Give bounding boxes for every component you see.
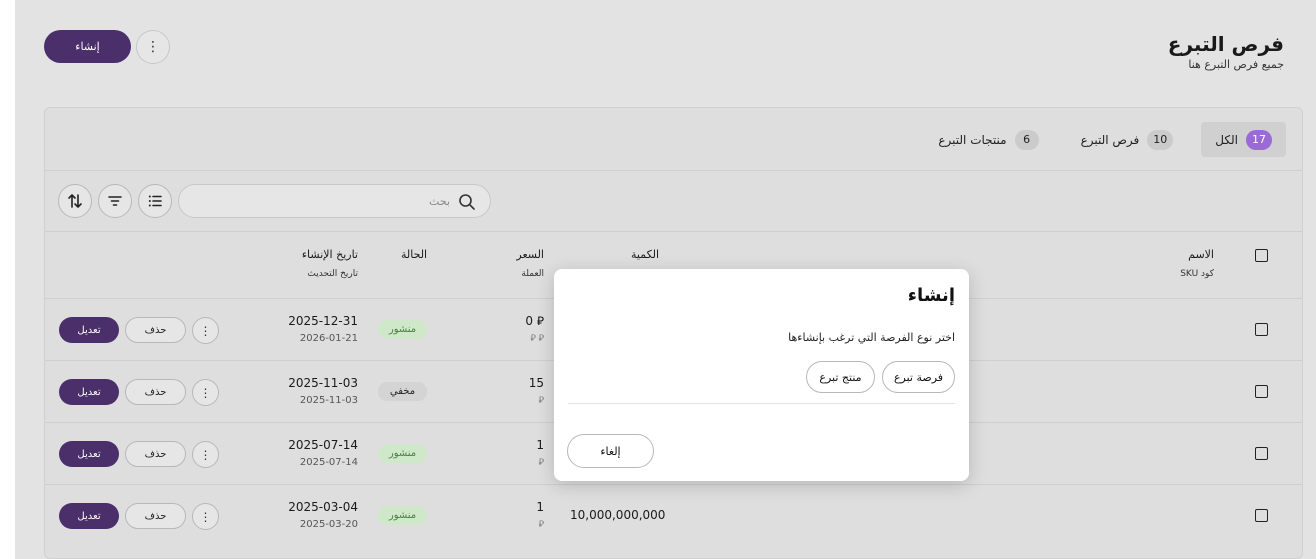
updated-date: 2025-11-03 [299,395,358,406]
list-icon [148,195,162,207]
page-subtitle: جميع فرص التبرع هنا [1188,58,1284,71]
tab-donation-products[interactable]: منتجات التبرع 6 [924,122,1052,157]
column-header-price[interactable]: السعر [516,248,544,261]
kebab-icon: ⋮ [199,385,212,400]
search-placeholder: بحث [429,195,450,208]
price-value: 1 [536,500,544,514]
filter-icon [108,196,122,206]
dialog-description: اختر نوع الفرصة التي ترغب بإنشاءها [788,331,955,344]
row-more-button[interactable]: ⋮ [192,503,219,530]
kebab-icon: ⋮ [199,447,212,462]
price-value: 0 ⃁ [525,314,544,328]
created-date: 2025-12-31 [288,314,358,328]
edit-button[interactable]: تعديل [59,503,119,529]
status-badge: منشور [378,506,427,525]
search-icon [459,194,475,210]
row-checkbox[interactable] [1255,323,1268,336]
more-options-button[interactable]: ⋮ [136,30,170,64]
currency-value: ⃁ [538,520,544,530]
kebab-icon: ⋮ [199,509,212,524]
divider [45,231,1302,232]
row-more-button[interactable]: ⋮ [192,441,219,468]
status-badge: مخفي [378,382,427,401]
updated-date: 2025-07-14 [299,457,358,468]
column-header-updated: تاريخ التحديث [307,269,358,279]
tab-label: منتجات التبرع [938,132,1007,147]
select-all-checkbox[interactable] [1255,249,1268,262]
delete-button[interactable]: حذف [125,503,186,529]
tab-all[interactable]: الكل 17 [1201,122,1286,157]
edit-button[interactable]: تعديل [59,379,119,405]
tab-donation-opportunities[interactable]: فرص التبرع 10 [1067,122,1188,157]
cancel-button[interactable]: إلغاء [567,434,654,468]
tab-label: الكل [1215,132,1238,147]
delete-button[interactable]: حذف [125,317,186,343]
currency-value: ⃁ [538,458,544,468]
currency-value: ⃁ ⃁ [530,334,544,344]
delete-button[interactable]: حذف [125,441,186,467]
tab-count-badge: 10 [1147,129,1174,150]
delete-button[interactable]: حذف [125,379,186,405]
table-row[interactable]: تعديل حذف ⋮ 2025-03-04 2025-03-20 منشور … [45,484,1302,546]
row-checkbox[interactable] [1255,509,1268,522]
status-badge: منشور [378,320,427,339]
currency-value: ⃁ [538,396,544,406]
column-header-currency: العملة [521,269,544,279]
create-dialog: إنشاء اختر نوع الفرصة التي ترغب بإنشاءها… [554,269,969,481]
edit-button[interactable]: تعديل [59,441,119,467]
column-header-created[interactable]: تاريخ الإنشاء [302,248,358,261]
sort-button[interactable] [58,184,92,218]
filter-button[interactable] [98,184,132,218]
column-header-status[interactable]: الحالة [401,248,427,261]
sort-icon [68,194,82,208]
created-date: 2025-03-04 [288,500,358,514]
created-date: 2025-11-03 [288,376,358,390]
divider [568,403,955,404]
kebab-icon: ⋮ [146,39,160,55]
status-badge: منشور [378,444,427,463]
tab-count-badge: 6 [1014,129,1039,150]
row-more-button[interactable]: ⋮ [192,379,219,406]
page-title: فرص التبرع [1167,32,1284,56]
row-more-button[interactable]: ⋮ [192,317,219,344]
dialog-title: إنشاء [907,285,955,306]
column-header-quantity[interactable]: الكمية [631,248,659,261]
tab-count-badge: 17 [1246,129,1272,150]
donation-product-option-button[interactable]: منتج تبرع [806,361,875,393]
tab-bar: الكل 17 فرص التبرع 10 منتجات التبرع 6 [924,122,1286,157]
row-checkbox[interactable] [1255,385,1268,398]
edit-button[interactable]: تعديل [59,317,119,343]
divider [45,170,1302,171]
kebab-icon: ⋮ [199,323,212,338]
search-input[interactable]: بحث [178,184,491,218]
price-value: 1 [536,438,544,452]
create-button[interactable]: إنشاء [44,30,131,63]
updated-date: 2026-01-21 [299,333,358,344]
row-checkbox[interactable] [1255,447,1268,460]
updated-date: 2025-03-20 [299,519,358,530]
quantity-value: 10,000,000,000 [570,508,666,522]
tab-label: فرص التبرع [1080,132,1140,147]
column-header-sku: كود SKU [1180,269,1214,279]
donation-opportunity-option-button[interactable]: فرصة تبرع [882,361,955,393]
column-header-name[interactable]: الاسم [1188,248,1214,261]
left-strip [0,0,15,559]
columns-button[interactable] [138,184,172,218]
page: فرص التبرع جميع فرص التبرع هنا إنشاء ⋮ ا… [15,0,1316,559]
price-value: 15 [528,376,544,390]
created-date: 2025-07-14 [288,438,358,452]
